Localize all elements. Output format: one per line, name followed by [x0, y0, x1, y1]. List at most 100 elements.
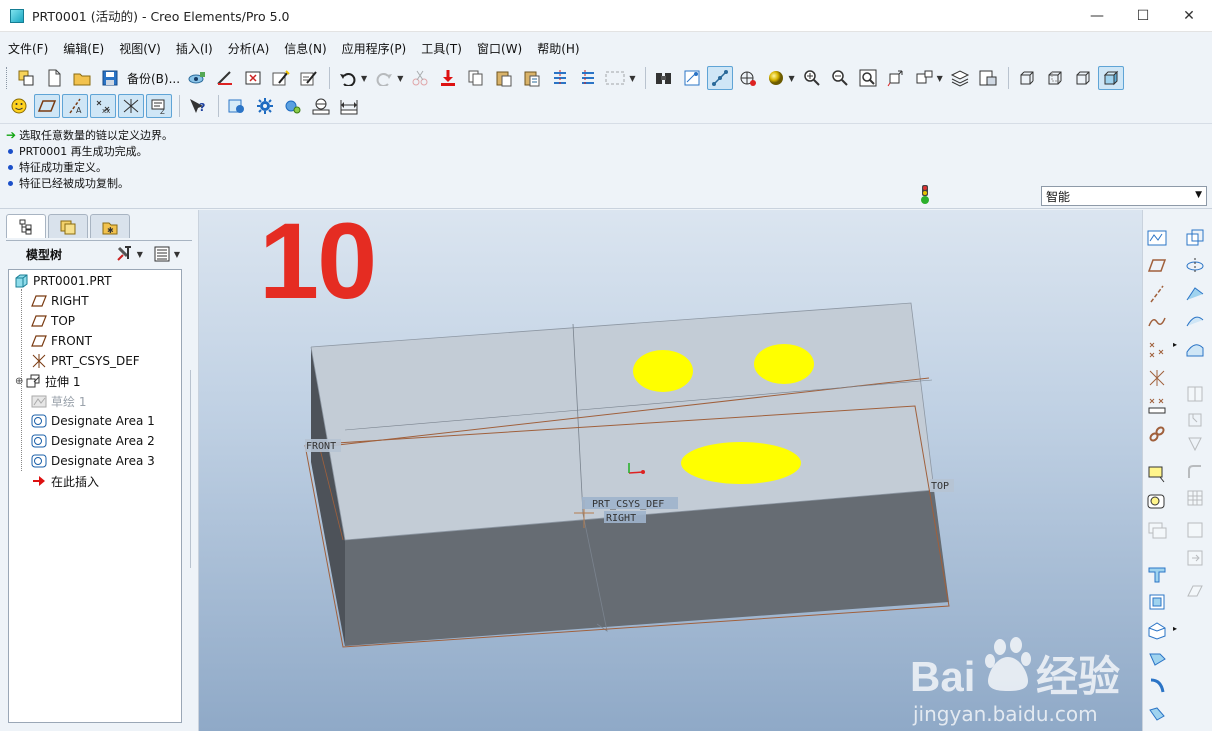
view-manager-icon[interactable]	[184, 66, 210, 90]
datum-plane-tool-icon[interactable]	[1145, 254, 1169, 278]
axis-display-icon[interactable]: A	[62, 94, 88, 118]
model-setup-icon[interactable]	[224, 94, 250, 118]
copy-icon[interactable]	[463, 66, 489, 90]
close-button[interactable]: ✕	[1166, 0, 1212, 32]
edit-icon[interactable]	[212, 66, 238, 90]
merge-tool-icon[interactable]	[1145, 674, 1169, 698]
close-window-icon[interactable]	[240, 66, 266, 90]
boundary-blend-icon[interactable]	[1183, 338, 1207, 362]
datum-tag-front[interactable]: FRONT	[306, 441, 336, 452]
selection-filter-select[interactable]: 智能 ▼	[1041, 186, 1207, 206]
designate-area-1-shape[interactable]	[633, 350, 693, 392]
hole-tool-icon[interactable]	[1183, 382, 1207, 406]
cut-icon[interactable]	[407, 66, 433, 90]
chamfer-tool-icon[interactable]	[1183, 518, 1207, 542]
revolve-tool-icon[interactable]	[1183, 254, 1207, 278]
tab-folder-browser[interactable]	[48, 214, 88, 238]
menu-view[interactable]: 视图(V)	[111, 40, 168, 57]
menu-file[interactable]: 文件(F)	[0, 40, 55, 57]
binoculars-find-icon[interactable]	[651, 66, 677, 90]
datum-tag-right[interactable]: RIGHT	[606, 513, 636, 524]
regenerate-manager-icon[interactable]	[296, 66, 322, 90]
copy-surface-icon[interactable]	[1183, 226, 1207, 250]
datum-tag-top[interactable]: TOP	[931, 481, 949, 492]
appearance-ball-icon[interactable]	[763, 66, 789, 90]
regenerate-icon[interactable]	[268, 66, 294, 90]
distance-measure-icon[interactable]	[336, 94, 362, 118]
tree-settings-icon[interactable]	[116, 245, 136, 263]
offset-tool-icon[interactable]	[1145, 590, 1169, 614]
tree-item-right[interactable]: RIGHT	[31, 291, 89, 311]
tree-item-csys[interactable]: PRT_CSYS_DEF	[31, 351, 140, 371]
sketch-tool-icon[interactable]	[1145, 226, 1169, 250]
tree-columns-icon[interactable]	[153, 245, 171, 263]
paste-special-icon[interactable]	[519, 66, 545, 90]
tree-settings-dropdown-icon[interactable]: ▼	[137, 250, 143, 259]
selection-dropdown-icon[interactable]: ▼	[629, 74, 635, 83]
datum-axis-tool-icon[interactable]	[1145, 282, 1169, 306]
saved-views-dropdown-icon[interactable]: ▼	[937, 74, 943, 83]
gear-icon[interactable]	[252, 94, 278, 118]
layers-icon[interactable]	[947, 66, 973, 90]
tree-item-sketch[interactable]: 草绘 1	[31, 391, 86, 411]
menu-help[interactable]: 帮助(H)	[529, 40, 586, 57]
insert-feature-icon[interactable]	[1183, 546, 1207, 570]
blend-tool-icon[interactable]	[1183, 310, 1207, 334]
panel-splitter[interactable]	[190, 478, 198, 568]
tab-model-tree[interactable]	[6, 214, 46, 238]
thicken-tool-icon[interactable]	[1145, 618, 1169, 642]
datum-csys-display-icon[interactable]	[706, 66, 733, 90]
designate-area-2-shape[interactable]	[754, 344, 814, 384]
display-style-icon[interactable]	[735, 66, 761, 90]
insert-annotation-icon[interactable]	[1145, 462, 1169, 486]
menu-tools[interactable]: 工具(T)	[413, 40, 469, 57]
view-manager-2-icon[interactable]	[975, 66, 1001, 90]
redo-dropdown-icon[interactable]: ▼	[397, 74, 403, 83]
minimize-button[interactable]: —	[1074, 0, 1120, 32]
zoom-in-icon[interactable]	[799, 66, 825, 90]
select-object-icon[interactable]	[13, 66, 39, 90]
toggle-section-icon[interactable]	[1183, 578, 1207, 602]
datum-point-tool-icon[interactable]	[1145, 338, 1169, 362]
appearance-dropdown-icon[interactable]: ▼	[789, 74, 795, 83]
copy-red-arrow-icon[interactable]	[435, 66, 461, 90]
new-file-icon[interactable]	[41, 66, 67, 90]
tree-item-front[interactable]: FRONT	[31, 331, 92, 351]
shell-tool-icon[interactable]	[1183, 408, 1207, 432]
wireframe-icon[interactable]	[1014, 66, 1040, 90]
round-tool-icon[interactable]	[1183, 460, 1207, 484]
chain-tool-icon[interactable]	[1145, 422, 1169, 446]
tree-columns-dropdown-icon[interactable]: ▼	[174, 250, 180, 259]
sweep-tool-icon[interactable]	[1183, 282, 1207, 306]
spin-center-icon[interactable]	[679, 66, 705, 90]
plane-display-icon[interactable]	[34, 94, 60, 118]
paste-icon[interactable]	[491, 66, 517, 90]
draft-tool-icon[interactable]	[1183, 486, 1207, 510]
undo-dropdown-icon[interactable]: ▼	[361, 74, 367, 83]
reorient-icon[interactable]	[883, 66, 909, 90]
save-icon[interactable]	[97, 66, 123, 90]
menu-analysis[interactable]: 分析(A)	[220, 40, 277, 57]
tree-item-designate-area-1[interactable]: Designate Area 1	[31, 411, 155, 431]
smiley-icon[interactable]	[6, 94, 32, 118]
datum-tag-csys[interactable]: PRT_CSYS_DEF	[592, 499, 664, 510]
tree-item-top[interactable]: TOP	[31, 311, 75, 331]
regeneration-status-icon[interactable]	[919, 185, 931, 205]
backup-button[interactable]: 备份(B)...	[127, 70, 180, 87]
warp-tool-icon[interactable]	[1145, 702, 1169, 726]
trim-tool-icon[interactable]	[1145, 562, 1169, 586]
annotation-display-icon[interactable]: Z	[146, 94, 172, 118]
datum-point-flyout-icon[interactable]: ▸	[1173, 340, 1177, 349]
solidify-tool-icon[interactable]	[1145, 646, 1169, 670]
maximize-button[interactable]: ☐	[1120, 0, 1166, 32]
point-display-icon[interactable]: xx	[90, 94, 116, 118]
graphics-window[interactable]: FRONT TOP PRT_CSYS_DEF RIGHT 10 Bai 经验 j…	[199, 210, 1142, 731]
redo-icon[interactable]	[371, 66, 397, 90]
menu-edit[interactable]: 编辑(E)	[55, 40, 111, 57]
open-folder-icon[interactable]	[69, 66, 95, 90]
toolbar-grip[interactable]	[6, 67, 9, 89]
selection-box-icon[interactable]	[603, 66, 629, 90]
tree-item-designate-area-3[interactable]: Designate Area 3	[31, 451, 155, 471]
menu-insert[interactable]: 插入(I)	[168, 40, 220, 57]
rib-tool-icon[interactable]	[1183, 432, 1207, 456]
